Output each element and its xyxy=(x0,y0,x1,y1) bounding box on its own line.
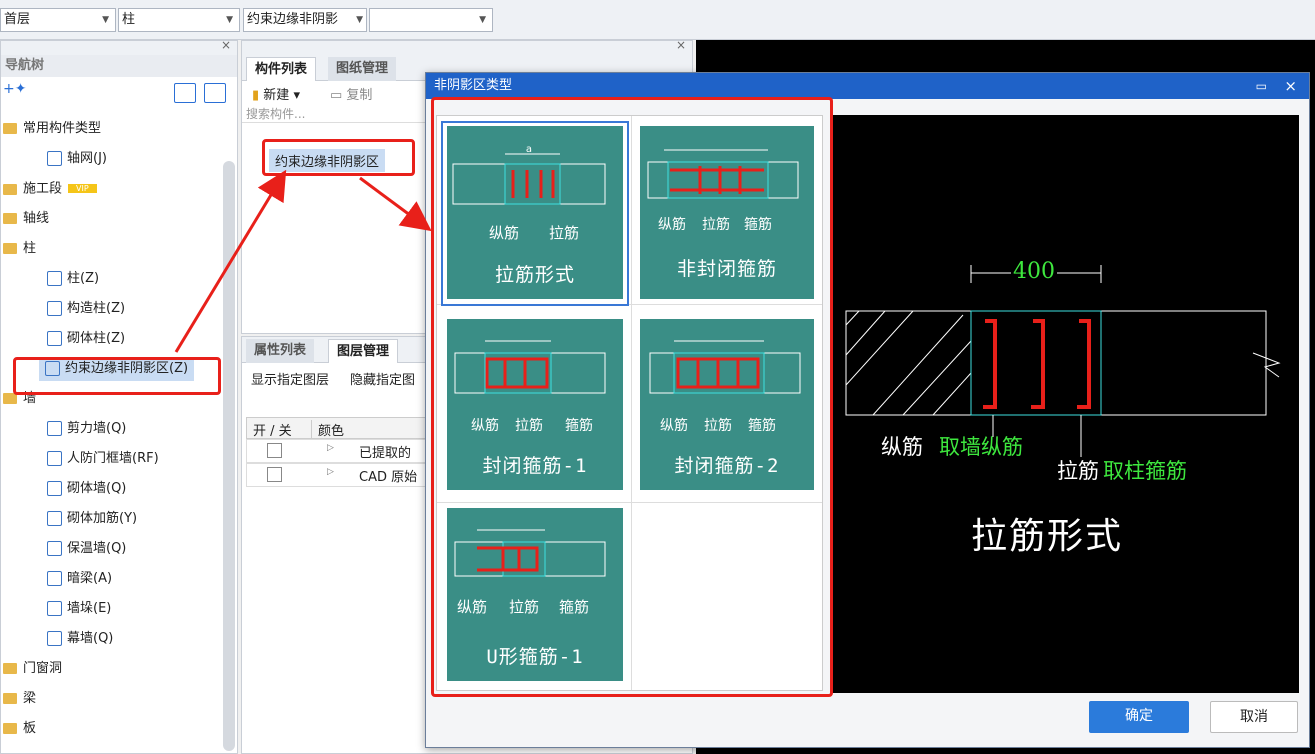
annotation-arrows xyxy=(174,169,432,353)
